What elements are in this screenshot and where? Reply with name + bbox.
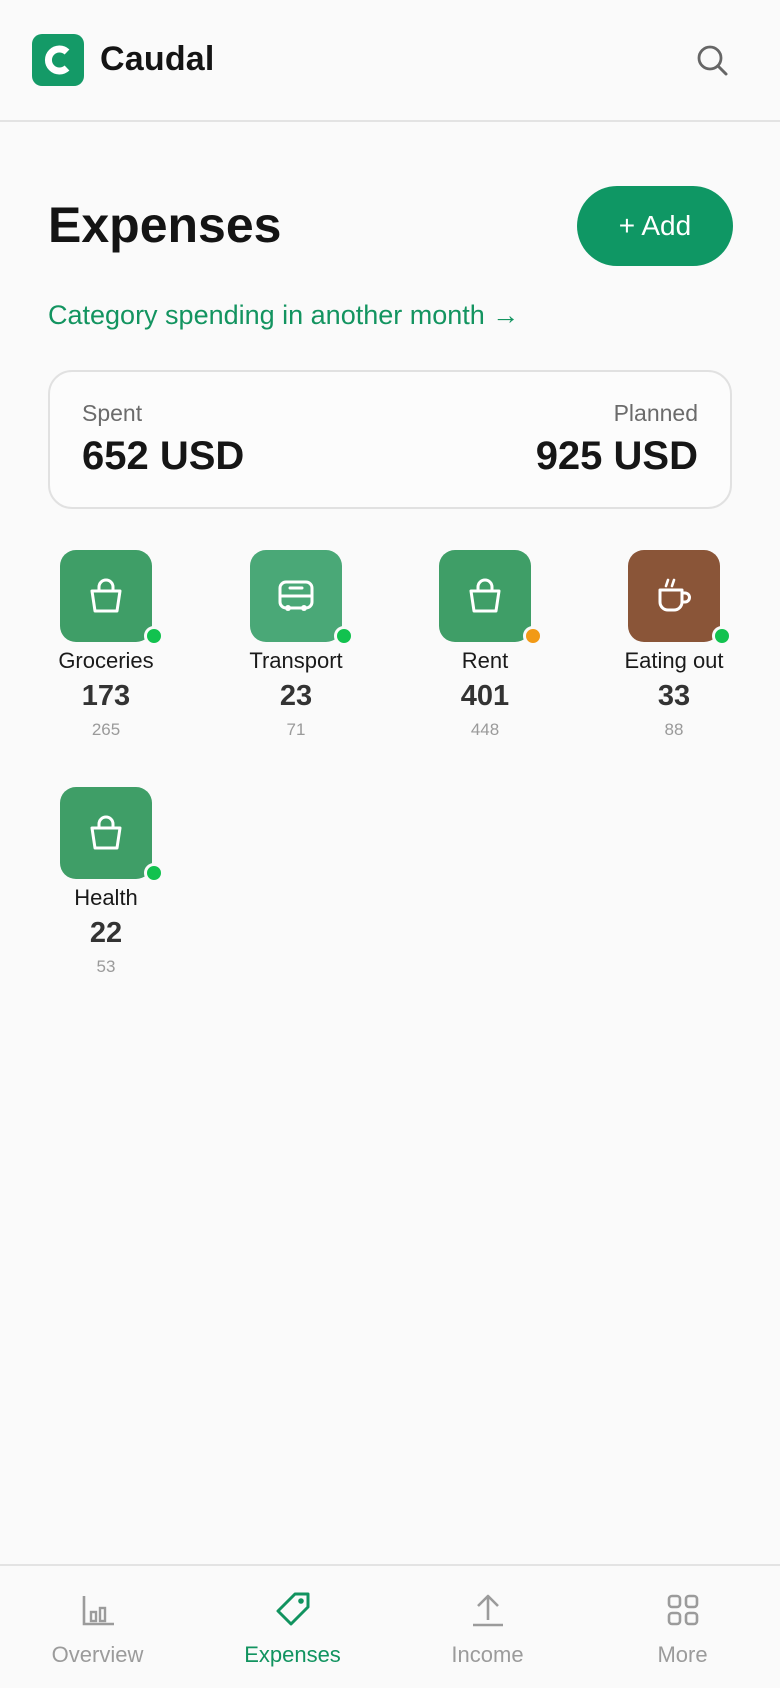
category-planned: 53 xyxy=(96,957,116,976)
c-logo-icon xyxy=(32,34,84,86)
shopping-bag-icon xyxy=(469,578,501,613)
category-planned: 71 xyxy=(286,720,306,739)
tag-icon xyxy=(276,1592,310,1626)
status-dot xyxy=(144,863,164,883)
bottom-nav: Overview Expenses Income More xyxy=(0,1564,780,1688)
category-name: Groceries xyxy=(58,648,154,673)
nav-label: Overview xyxy=(51,1642,144,1667)
bar-chart-icon xyxy=(82,1596,114,1626)
nav-income[interactable]: Income xyxy=(390,1566,585,1688)
category-spent: 33 xyxy=(657,680,691,712)
grid-icon xyxy=(667,1594,699,1626)
status-dot xyxy=(144,626,164,646)
bus-icon xyxy=(278,580,314,611)
category-eating-out[interactable]: Eating out 33 88 xyxy=(584,550,764,760)
planned-value: 925 USD xyxy=(535,434,698,478)
nav-label: Expenses xyxy=(244,1642,341,1667)
status-dot xyxy=(712,626,732,646)
shopping-bag-icon xyxy=(90,815,122,850)
status-dot xyxy=(334,626,354,646)
other-month-link[interactable]: Category spending in another month → xyxy=(48,300,519,331)
category-spent: 23 xyxy=(279,680,313,712)
category-icon-tile xyxy=(628,550,720,642)
nav-more[interactable]: More xyxy=(585,1566,780,1688)
brand-name: Caudal xyxy=(100,40,215,78)
upload-icon xyxy=(473,1594,503,1627)
category-rent[interactable]: Rent 401 448 xyxy=(395,550,575,760)
category-name: Eating out xyxy=(624,648,724,673)
summary-card: Spent 652 USD Planned 925 USD xyxy=(48,370,732,509)
category-groceries[interactable]: Groceries 173 265 xyxy=(16,550,196,760)
nav-overview[interactable]: Overview xyxy=(0,1566,195,1688)
shopping-bag-icon xyxy=(90,578,122,613)
category-icon-tile xyxy=(439,550,531,642)
page-title: Expenses xyxy=(48,197,282,253)
coffee-cup-icon xyxy=(658,578,691,612)
nav-label: Income xyxy=(451,1642,524,1667)
category-icon-tile xyxy=(60,787,152,879)
category-planned: 448 xyxy=(470,720,500,739)
expenses-screen: Caudal Expenses + Add Category spending … xyxy=(0,0,780,1688)
status-dot xyxy=(523,626,543,646)
search-icon xyxy=(697,45,728,76)
nav-expenses[interactable]: Expenses xyxy=(195,1566,390,1688)
planned-label: Planned xyxy=(613,400,698,426)
category-name: Health xyxy=(74,885,138,910)
add-expense-button[interactable]: + Add xyxy=(577,186,733,266)
category-health[interactable]: Health 22 53 xyxy=(16,787,196,997)
search-button[interactable] xyxy=(690,38,736,84)
app-header: Caudal xyxy=(0,0,780,122)
category-planned: 88 xyxy=(664,720,684,739)
category-planned: 265 xyxy=(91,720,121,739)
nav-label: More xyxy=(657,1642,708,1667)
category-name: Rent xyxy=(461,648,509,673)
category-transport[interactable]: Transport 23 71 xyxy=(206,550,386,760)
spent-value: 652 USD xyxy=(82,434,245,478)
category-icon-tile xyxy=(250,550,342,642)
category-spent: 173 xyxy=(81,680,131,712)
spent-label: Spent xyxy=(82,400,143,426)
category-name: Transport xyxy=(249,648,343,673)
category-spent: 22 xyxy=(89,917,123,949)
category-icon-tile xyxy=(60,550,152,642)
category-spent: 401 xyxy=(460,680,510,712)
